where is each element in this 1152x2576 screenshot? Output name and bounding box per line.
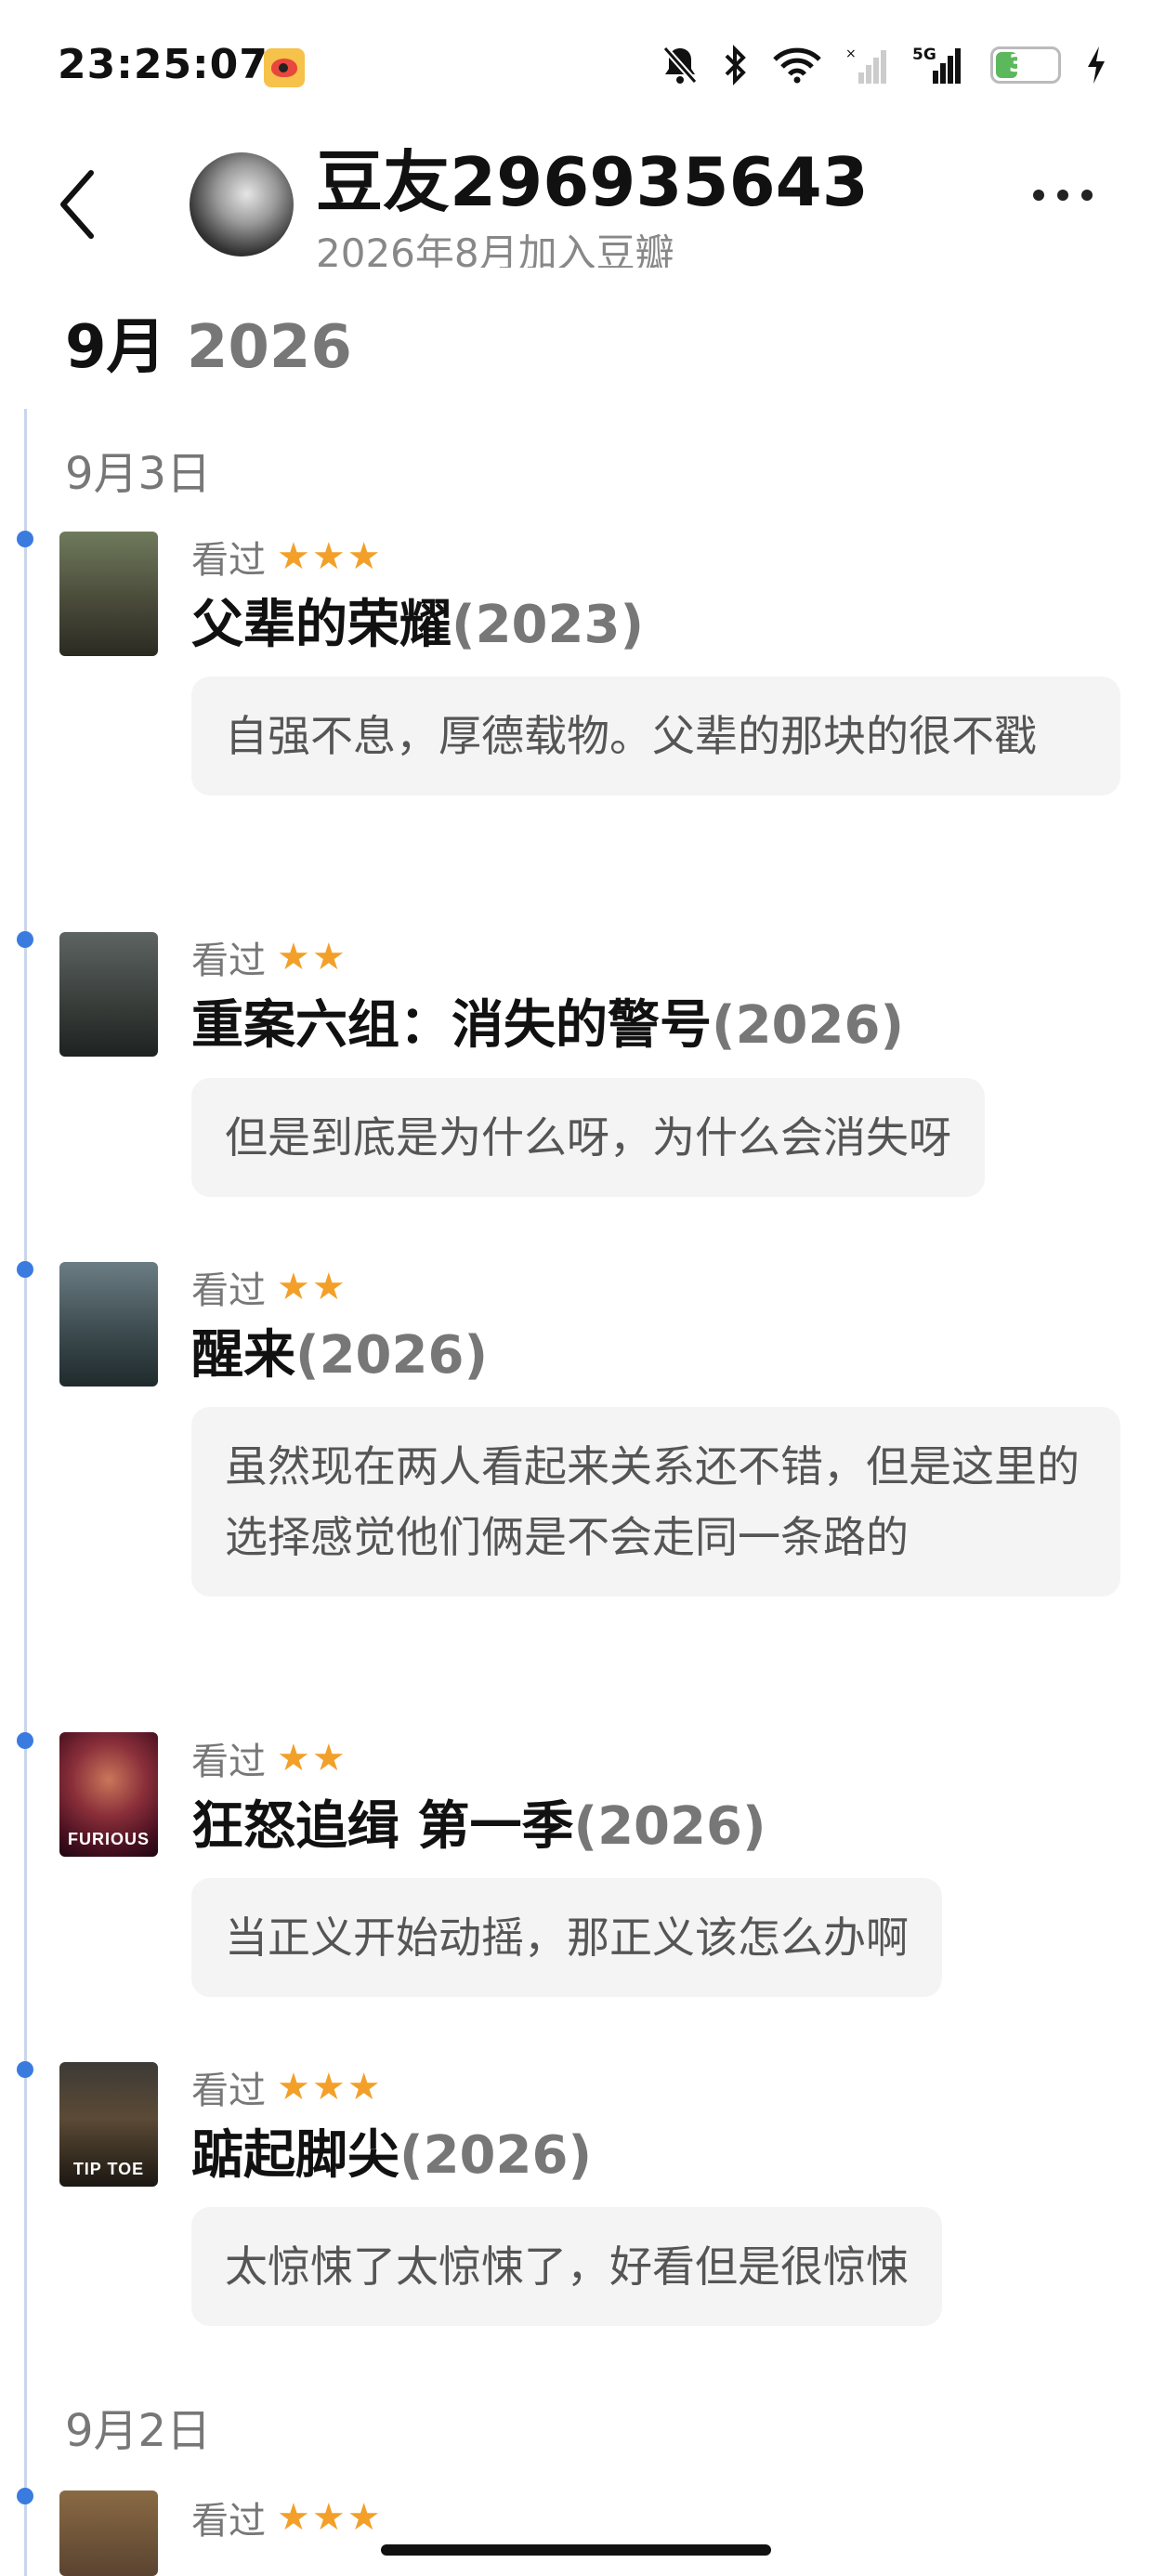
weibo-icon — [264, 48, 305, 87]
entry-status: 看过 ★★ — [191, 1262, 347, 1312]
entry-title[interactable]: 醒来(2026) — [191, 1323, 488, 1388]
watched-label: 看过 — [191, 940, 266, 982]
profile-header: 豆友296935643 2026年8月加入豆瓣 — [0, 130, 1152, 269]
day-label: 9月2日 — [65, 2405, 212, 2457]
title-year: (2026) — [573, 1796, 766, 1857]
poster-image[interactable] — [59, 2491, 158, 2576]
bluetooth-icon — [725, 45, 746, 85]
back-icon[interactable] — [56, 167, 97, 242]
entry-status: 看过 ★★★ — [191, 2492, 383, 2543]
avatar[interactable] — [190, 152, 294, 256]
entry-title[interactable]: 踮起脚尖(2026) — [191, 2123, 592, 2188]
entry-title[interactable]: 父辈的荣耀(2023) — [191, 593, 644, 658]
timeline-dot — [17, 2061, 33, 2078]
status-icons: × 5G 33 — [661, 41, 1107, 89]
title-year: (2023) — [452, 595, 645, 655]
watched-label: 看过 — [191, 2500, 266, 2543]
battery-icon: 33 — [990, 46, 1061, 84]
status-bar: 23:25:07 × 5G 33 — [0, 0, 1152, 130]
title-year: (2026) — [399, 2125, 593, 2186]
title-year: (2026) — [712, 995, 905, 1056]
entry-title[interactable]: 狂怒追缉 第一季(2026) — [191, 1794, 766, 1860]
mute-bell-icon — [662, 46, 698, 85]
poster-image[interactable]: FURIOUS — [59, 1732, 158, 1857]
charging-icon — [1088, 46, 1105, 84]
month-year: 2026 — [186, 313, 352, 382]
watched-label: 看过 — [191, 1741, 266, 1783]
comment-box: 太惊悚了太惊悚了，好看但是很惊悚 — [191, 2207, 942, 2326]
watched-label: 看过 — [191, 539, 266, 582]
battery-level: 33 — [1008, 50, 1043, 78]
signal-icon: × — [845, 46, 886, 84]
timeline-dot — [17, 2488, 33, 2504]
rating-stars: ★★ — [277, 1737, 347, 1780]
more-options-icon[interactable] — [1033, 190, 1093, 201]
poster-image[interactable] — [59, 1262, 158, 1387]
rating-stars: ★★★ — [277, 2496, 383, 2539]
watched-label: 看过 — [191, 2070, 266, 2112]
username: 豆友296935643 — [316, 143, 869, 221]
comment-box: 自强不息，厚德载物。父辈的那块的很不戳 — [191, 677, 1120, 795]
timeline-dot — [17, 531, 33, 547]
poster-image[interactable]: TIP TOE — [59, 2062, 158, 2187]
poster-text: TIP TOE — [72, 2160, 145, 2178]
entry-status: 看过 ★★★ — [191, 2062, 383, 2112]
comment-box: 但是到底是为什么呀，为什么会消失呀 — [191, 1078, 985, 1197]
comment-box: 当正义开始动摇，那正义该怎么办啊 — [191, 1878, 942, 1997]
month-title: 9月 2026 — [65, 299, 352, 385]
rating-stars: ★★★ — [277, 2066, 383, 2109]
title-text: 踮起脚尖 — [191, 2125, 399, 2186]
rating-stars: ★★ — [277, 1266, 347, 1308]
comment-box: 虽然现在两人看起来关系还不错，但是这里的选择感觉他们俩是不会走同一条路的 — [191, 1407, 1120, 1597]
join-date: 2026年8月加入豆瓣 — [316, 230, 674, 268]
title-year: (2026) — [295, 1325, 489, 1386]
home-indicator[interactable] — [381, 2544, 771, 2556]
entry-title[interactable]: 重案六组：消失的警号(2026) — [191, 993, 904, 1058]
title-text: 父辈的荣耀 — [191, 595, 452, 655]
day-label: 9月3日 — [65, 448, 212, 500]
entry-status: 看过 ★★ — [191, 1733, 347, 1783]
poster-image[interactable] — [59, 532, 158, 656]
timeline-dot — [17, 1732, 33, 1749]
rating-stars: ★★★ — [277, 535, 383, 578]
timeline-dot — [17, 931, 33, 948]
title-text: 重案六组：消失的警号 — [191, 995, 712, 1056]
wifi-icon — [773, 47, 821, 84]
timeline-line — [24, 409, 27, 2576]
rating-stars: ★★ — [277, 936, 347, 979]
svg-text:5G: 5G — [912, 46, 936, 64]
title-text: 狂怒追缉 第一季 — [191, 1796, 574, 1857]
entry-status: 看过 ★★★ — [191, 532, 383, 582]
timeline-dot — [17, 1261, 33, 1278]
month-label: 9月 — [65, 313, 166, 382]
status-time: 23:25:07 — [58, 41, 268, 88]
poster-text: FURIOUS — [68, 1830, 150, 1848]
svg-text:×: × — [845, 46, 857, 61]
title-text: 醒来 — [191, 1325, 295, 1386]
watched-label: 看过 — [191, 1269, 266, 1312]
poster-image[interactable] — [59, 932, 158, 1057]
entry-status: 看过 ★★ — [191, 932, 347, 982]
5g-signal-icon: 5G — [912, 46, 961, 84]
